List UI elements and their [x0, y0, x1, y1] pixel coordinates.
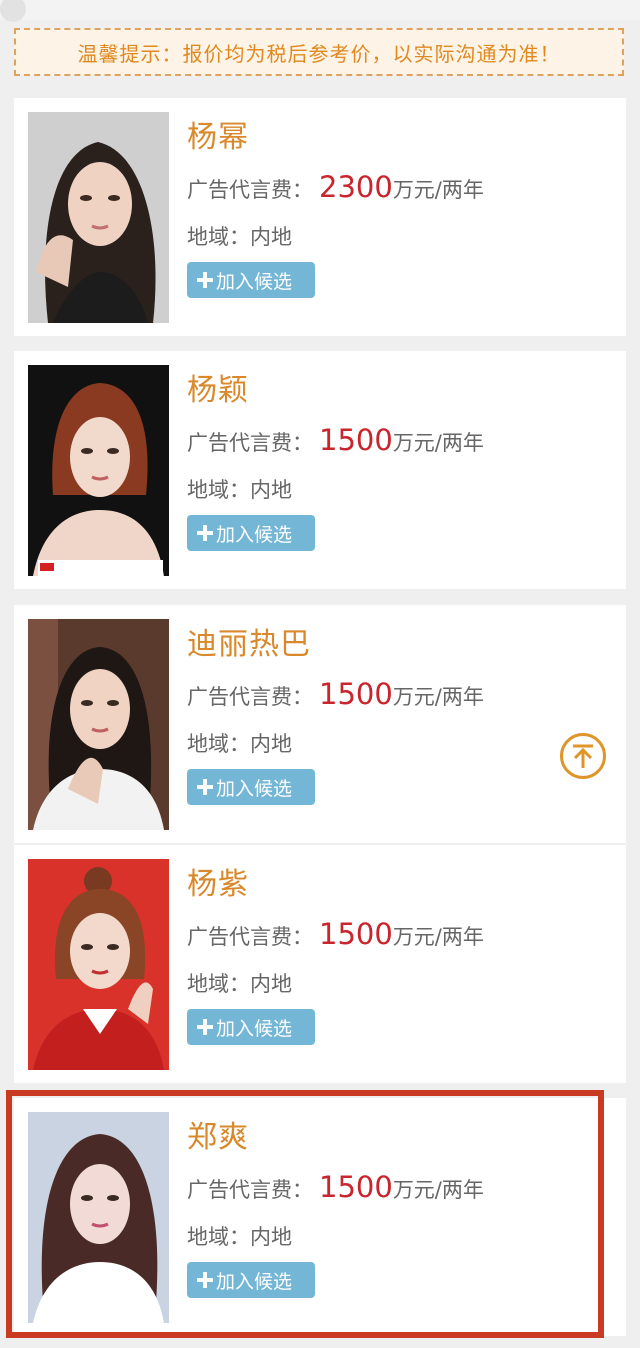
add-to-candidates-button[interactable]: 加入候选	[187, 769, 315, 805]
region-text: 地域：内地	[187, 972, 292, 996]
fee-unit: 万元/两年	[392, 431, 484, 455]
celebrity-card[interactable]: 郑爽 广告代言费： 1500 万元/两年 地域：内地 加入候选	[14, 1098, 626, 1336]
plus-icon	[197, 779, 213, 795]
fee-unit: 万元/两年	[392, 178, 484, 202]
add-button-label: 加入候选	[216, 1270, 293, 1293]
add-button-label: 加入候选	[216, 270, 293, 293]
region-text: 地域：内地	[187, 1225, 292, 1249]
fee-unit: 万元/两年	[392, 925, 484, 949]
celebrity-card[interactable]: 杨紫 广告代言费： 1500 万元/两年 地域：内地 加入候选	[14, 845, 626, 1083]
celebrity-photo[interactable]	[28, 365, 169, 576]
fee-line: 广告代言费： 2300 万元/两年	[187, 170, 484, 204]
celebrity-card[interactable]: 杨颖 广告代言费： 1500 万元/两年 地域：内地 加入候选	[14, 351, 626, 589]
fee-amount: 2300	[319, 170, 393, 204]
celebrity-photo[interactable]	[28, 619, 169, 830]
celebrity-name: 郑爽	[187, 1120, 249, 1155]
fee-label: 广告代言费：	[187, 1178, 313, 1202]
plus-icon	[197, 525, 213, 541]
notice-text: 温馨提示：报价均为税后参考价，以实际沟通为准！	[77, 41, 561, 66]
fee-unit: 万元/两年	[392, 685, 484, 709]
fee-label: 广告代言费：	[187, 925, 313, 949]
celebrity-name: 迪丽热巴	[187, 627, 311, 662]
notice-banner: 温馨提示：报价均为税后参考价，以实际沟通为准！	[14, 28, 624, 76]
fee-label: 广告代言费：	[187, 178, 313, 202]
fee-line: 广告代言费： 1500 万元/两年	[187, 423, 484, 457]
fee-amount: 1500	[319, 917, 393, 951]
celebrity-photo[interactable]	[28, 112, 169, 323]
add-button-label: 加入候选	[216, 523, 293, 546]
add-to-candidates-button[interactable]: 加入候选	[187, 1262, 315, 1298]
fee-amount: 1500	[319, 423, 393, 457]
add-to-candidates-button[interactable]: 加入候选	[187, 515, 315, 551]
fee-unit: 万元/两年	[392, 1178, 484, 1202]
fee-amount: 1500	[319, 677, 393, 711]
arrow-up-to-line-icon	[573, 744, 593, 768]
celebrity-name: 杨颖	[187, 373, 249, 408]
celebrity-card[interactable]: 迪丽热巴 广告代言费： 1500 万元/两年 地域：内地 加入候选	[14, 605, 626, 843]
fee-line: 广告代言费： 1500 万元/两年	[187, 677, 484, 711]
celebrity-name: 杨幂	[187, 120, 249, 155]
add-to-candidates-button[interactable]: 加入候选	[187, 1009, 315, 1045]
add-button-label: 加入候选	[216, 1017, 293, 1040]
region-text: 地域：内地	[187, 478, 292, 502]
add-to-candidates-button[interactable]: 加入候选	[187, 262, 315, 298]
celebrity-photo[interactable]	[28, 1112, 169, 1323]
back-to-top-button[interactable]	[560, 733, 606, 779]
plus-icon	[197, 1019, 213, 1035]
celebrity-name: 杨紫	[187, 867, 249, 902]
plus-icon	[197, 272, 213, 288]
fee-line: 广告代言费： 1500 万元/两年	[187, 917, 484, 951]
top-bar	[0, 0, 640, 22]
fee-amount: 1500	[319, 1170, 393, 1204]
plus-icon	[197, 1272, 213, 1288]
fee-label: 广告代言费：	[187, 431, 313, 455]
add-button-label: 加入候选	[216, 777, 293, 800]
status-dot	[0, 0, 26, 22]
region-text: 地域：内地	[187, 225, 292, 249]
celebrity-card[interactable]: 杨幂 广告代言费： 2300 万元/两年 地域：内地 加入候选	[14, 98, 626, 336]
region-text: 地域：内地	[187, 732, 292, 756]
fee-line: 广告代言费： 1500 万元/两年	[187, 1170, 484, 1204]
fee-label: 广告代言费：	[187, 685, 313, 709]
celebrity-photo[interactable]	[28, 859, 169, 1070]
